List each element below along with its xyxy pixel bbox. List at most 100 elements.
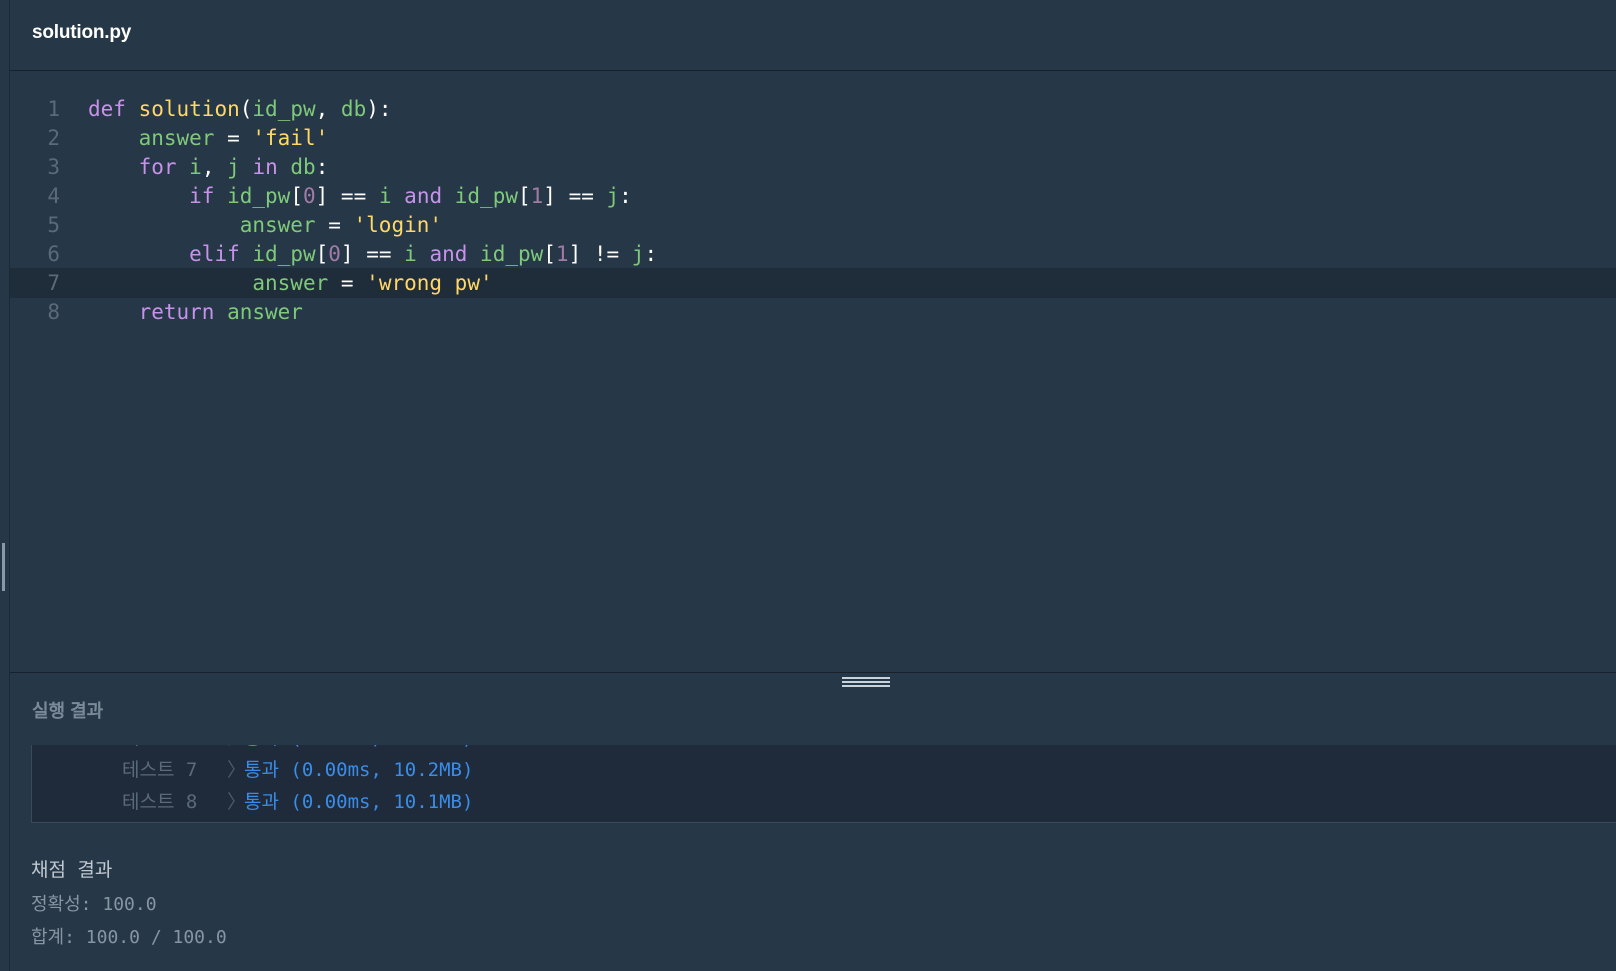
code-token: ):: [366, 97, 392, 121]
score-title: 채점 결과: [31, 859, 113, 881]
code-token: (: [239, 97, 253, 121]
code-token: =: [328, 271, 367, 295]
code-text: elif id_pw[0] == i and id_pw[1] != j:: [88, 239, 657, 269]
code-editor[interactable]: 1 def solution(id_pw, db): 2 answer = 'fai…: [10, 71, 1616, 671]
code-token: db: [290, 155, 316, 179]
left-panel-edge: [0, 0, 10, 971]
drag-handle-icon[interactable]: [842, 677, 890, 689]
code-token: :: [644, 242, 658, 266]
test-label: 테스트 7: [122, 759, 198, 781]
code-text: return answer: [88, 297, 303, 327]
code-token: 'fail': [252, 126, 329, 150]
code-text: answer = 'wrong pw': [88, 268, 493, 298]
line-number: 2: [47, 126, 60, 150]
code-token: return: [138, 300, 215, 324]
code-token: 0: [328, 242, 341, 266]
code-token: ,: [201, 155, 228, 179]
code-token: ,: [315, 97, 341, 121]
code-token: 'login': [353, 213, 443, 237]
code-line[interactable]: 1 def solution(id_pw, db):: [10, 94, 1616, 124]
code-token: j: [606, 184, 620, 208]
code-line[interactable]: 5 answer = 'login': [10, 210, 1616, 240]
code-token: [: [543, 242, 556, 266]
code-line[interactable]: 4 if id_pw[0] == i and id_pw[1] == j:: [10, 181, 1616, 211]
code-token: j: [227, 155, 240, 179]
code-text: def solution(id_pw, db):: [88, 94, 392, 124]
code-token: i: [404, 242, 417, 266]
code-line[interactable]: 8 return answer: [10, 297, 1616, 327]
code-token: id_pw: [252, 97, 316, 121]
code-token: answer: [138, 126, 215, 150]
test-result-list[interactable]: 테스트 6〉통과 (0.00ms, 10.2MB)테스트 7〉통과 (0.00m…: [31, 745, 1616, 823]
code-token: db: [340, 97, 367, 121]
code-text: for i, j in db:: [88, 152, 329, 182]
line-number: 5: [47, 213, 60, 237]
code-token: [: [290, 184, 303, 208]
code-token: i: [189, 155, 202, 179]
line-number: 4: [47, 184, 60, 208]
line-number: 3: [47, 155, 60, 179]
code-token: ] !=: [568, 242, 632, 266]
code-token: 1: [555, 242, 569, 266]
code-token: answer: [227, 300, 303, 324]
code-token: id_pw: [480, 242, 544, 266]
code-token: solution: [138, 97, 240, 121]
code-text: if id_pw[0] == i and id_pw[1] == j:: [88, 181, 632, 211]
code-token: 'wrong pw': [366, 271, 493, 295]
code-token: and: [404, 184, 443, 208]
code-token: and: [429, 242, 468, 266]
panel-resize-handle[interactable]: [2, 543, 5, 591]
code-token: ] ==: [543, 184, 607, 208]
code-token: ] ==: [340, 242, 405, 266]
test-result-text: 통과 (0.00ms, 10.2MB): [244, 759, 474, 781]
code-line[interactable]: 2 answer = 'fail': [10, 123, 1616, 153]
test-row: 테스트 7 〉 통과 (0.00ms, 10.2MB): [32, 754, 1616, 787]
code-token: id_pw: [252, 242, 316, 266]
code-token: :: [619, 184, 632, 208]
code-token: elif: [189, 242, 240, 266]
line-number: 8: [47, 300, 60, 324]
code-token: =: [315, 213, 354, 237]
code-line[interactable]: 7 answer = 'wrong pw': [10, 268, 1616, 298]
result-console[interactable]: 테스트 6〉통과 (0.00ms, 10.2MB)테스트 7〉통과 (0.00m…: [10, 745, 1616, 971]
line-number: 1: [47, 97, 60, 121]
total-score: 합계: 100.0 / 100.0: [31, 927, 227, 948]
code-token: [: [517, 184, 531, 208]
code-token: j: [631, 242, 645, 266]
code-text: answer = 'fail': [88, 123, 329, 153]
code-token: i: [378, 184, 392, 208]
line-number: 6: [47, 242, 60, 266]
test-result-text: 통과 (0.00ms, 10.1MB): [244, 791, 474, 813]
code-token: ] ==: [315, 184, 379, 208]
result-panel-header: 실행 결과: [10, 672, 1616, 746]
code-token: =: [214, 126, 253, 150]
file-tab-solution[interactable]: solution.py: [32, 22, 131, 44]
code-token: id_pw: [227, 184, 291, 208]
code-token: 0: [302, 184, 316, 208]
code-line[interactable]: 6 elif id_pw[0] == i and id_pw[1] != j:: [10, 239, 1616, 269]
code-token: 1: [530, 184, 544, 208]
file-header: solution.py: [10, 0, 1616, 71]
code-text: answer = 'login': [88, 210, 442, 240]
code-token: for: [138, 155, 177, 179]
code-line[interactable]: 3 for i, j in db:: [10, 152, 1616, 182]
code-token: id_pw: [454, 184, 518, 208]
code-token: [: [315, 242, 329, 266]
accuracy-score: 정확성: 100.0: [31, 894, 157, 915]
